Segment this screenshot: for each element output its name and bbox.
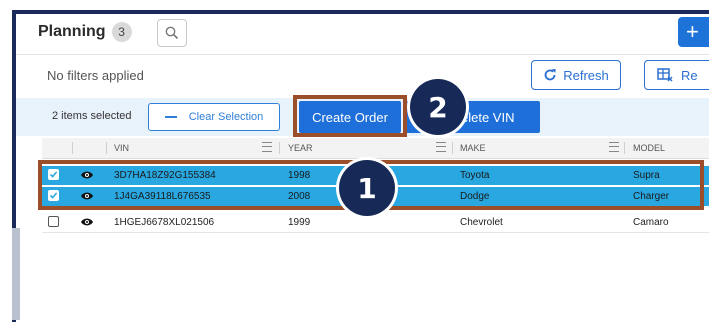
column-divider [72,142,73,154]
column-divider [279,142,280,154]
reset-filters-button[interactable]: Re [644,60,709,90]
add-button[interactable]: + [678,17,709,47]
table-clear-icon [657,68,673,82]
refresh-icon [544,69,557,81]
cell-model: Camaro [633,217,669,228]
cell-vin: 1HGEJ6678XL021506 [114,217,215,228]
annotation-badge-1: 1 [339,160,395,216]
annotation-box-2 [293,95,407,137]
refresh-button[interactable]: Refresh [531,60,621,90]
column-header-model[interactable]: MODEL [633,143,665,153]
column-header-vin[interactable]: VIN [114,143,129,153]
column-header-year[interactable]: YEAR [288,143,313,153]
column-divider [452,142,453,154]
window-frame-stub [12,228,20,320]
cell-year: 1999 [288,217,311,228]
clear-selection-label: Clear Selection [188,111,264,123]
column-menu-icon[interactable] [262,142,272,152]
column-menu-icon[interactable] [436,142,446,152]
column-header-make[interactable]: MAKE [460,143,486,153]
page-header: Planning 3 [38,20,132,44]
page-title: Planning [38,23,106,40]
grid-header: VIN YEAR MAKE MODEL [42,138,709,159]
filter-status: No filters applied [47,68,144,83]
annotation-badge-2: 2 [410,79,466,135]
search-icon [165,26,179,40]
minus-icon [164,116,177,118]
column-menu-icon[interactable] [609,142,619,152]
refresh-label: Refresh [563,67,609,83]
column-divider [106,142,107,154]
header-divider [16,54,709,55]
table-row[interactable]: 1HGEJ6678XL021506 1999 Chevrolet Camaro [42,213,709,233]
count-badge: 3 [111,22,132,42]
column-divider [624,142,625,154]
selected-count: 2 items selected [52,110,132,122]
clear-selection-button[interactable]: Clear Selection [148,103,280,131]
window-frame-top [12,10,709,14]
search-button[interactable] [157,19,187,47]
cell-make: Chevrolet [460,217,503,228]
eye-icon[interactable] [80,217,94,227]
reset-label: Re [681,67,698,83]
row-checkbox[interactable] [48,216,59,227]
